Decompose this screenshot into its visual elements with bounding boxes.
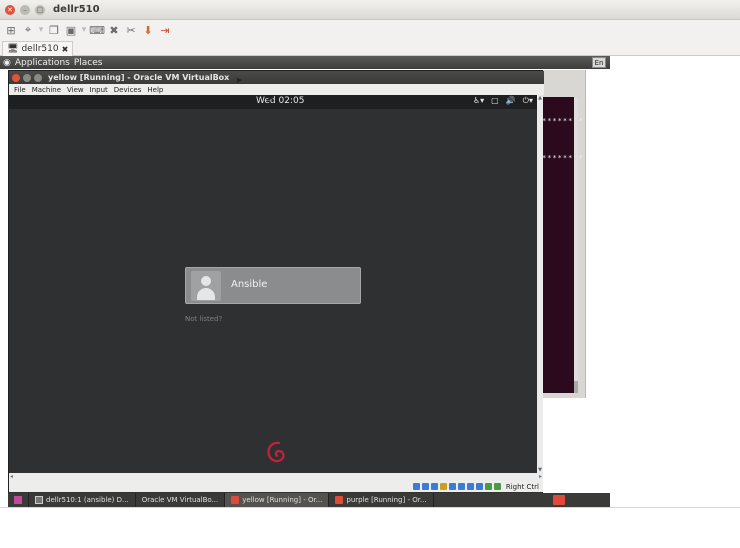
outer-window-title: dellr510 xyxy=(53,4,100,15)
language-indicator[interactable]: En xyxy=(592,57,606,68)
menu-devices[interactable]: Devices xyxy=(114,86,142,94)
usb-icon[interactable] xyxy=(430,483,438,490)
user-name: Ansible xyxy=(231,279,268,290)
scissors-icon[interactable]: ✂ xyxy=(124,23,138,37)
close-window-icon[interactable]: ✕ xyxy=(5,4,15,15)
vbox-horizontal-scrollbar[interactable]: ◂ ▸ xyxy=(9,473,543,481)
viewer-bottom-area xyxy=(0,507,740,548)
taskbar-item-purple[interactable]: purple [Running] - Or... xyxy=(329,493,434,507)
taskbar-item-virtualbox[interactable]: ❖ Oracle VM VirtualBo... xyxy=(16,493,226,516)
background-window[interactable]: ******** ******** xyxy=(536,70,586,398)
gnome-top-panel: ◉ Applications Places En xyxy=(0,56,610,69)
user-avatar-icon xyxy=(191,271,221,301)
debian-swirl-icon xyxy=(267,441,285,463)
outer-title-bar: ✕ – □ dellr510 xyxy=(0,0,740,20)
recording-icon[interactable] xyxy=(475,483,483,490)
taskbar-item-label: purple [Running] - Or... xyxy=(346,496,427,504)
maximize-window-icon[interactable] xyxy=(34,73,42,82)
tab-label: dellr510 xyxy=(21,44,59,54)
menu-input[interactable]: Input xyxy=(90,86,108,94)
mouse-integration-icon[interactable] xyxy=(484,483,492,490)
shared-folder-icon[interactable] xyxy=(439,483,447,490)
taskbar-item-label: yellow [Running] - Or... xyxy=(242,496,323,504)
user-login-entry[interactable]: Ansible xyxy=(185,267,361,304)
mouse-pointer-icon: ➤ xyxy=(266,94,274,104)
storage-icon[interactable] xyxy=(412,483,420,490)
accessibility-icon[interactable]: ♿▾ xyxy=(473,96,484,106)
dropdown-arrow-icon[interactable]: ▾ xyxy=(81,23,87,37)
close-tab-icon[interactable]: ✖ xyxy=(62,45,69,54)
logout-icon[interactable]: ⇥ xyxy=(158,23,172,37)
scroll-right-icon[interactable]: ▸ xyxy=(539,473,542,480)
power-icon[interactable]: ⏻▾ xyxy=(523,96,533,106)
vbox-title-bar: yellow [Running] - Oracle VM VirtualBox xyxy=(9,71,544,84)
menu-file[interactable]: File xyxy=(14,86,26,94)
menu-view[interactable]: View xyxy=(67,86,84,94)
network-icon[interactable] xyxy=(466,483,474,490)
taskbar-item-yellow[interactable]: yellow [Running] - Or... xyxy=(225,493,330,507)
host-key-label: Right Ctrl xyxy=(505,482,539,491)
tab-dellr510[interactable]: 🖥 dellr510 ✖ xyxy=(2,41,74,56)
disconnect-icon[interactable]: ✖ xyxy=(107,23,121,37)
gnome-foot-icon: ◉ xyxy=(3,57,11,68)
fullscreen-icon[interactable]: ⊞ xyxy=(4,23,18,37)
minimize-window-icon[interactable]: – xyxy=(20,4,30,15)
vbox-window-title: yellow [Running] - Oracle VM VirtualBox xyxy=(48,73,230,82)
taskbar-item-terminal[interactable]: dellr510:1 (ansible) D... xyxy=(29,493,136,507)
not-listed-link[interactable]: Not listed? xyxy=(185,315,222,323)
vm-icon xyxy=(335,496,344,504)
copy-icon[interactable]: ❐ xyxy=(47,23,61,37)
remote-taskbar: dellr510:1 (ansible) D... ❖ Oracle VM Vi… xyxy=(8,493,610,516)
tab-bar: 🖥 dellr510 ✖ xyxy=(0,40,740,56)
tray-vm-icon[interactable] xyxy=(553,495,565,505)
vm-icon xyxy=(231,496,240,504)
vbox-status-bar: Right Ctrl xyxy=(9,481,543,492)
menu-icon xyxy=(14,496,22,504)
terminal-icon xyxy=(35,496,43,504)
keyboard-icon[interactable]: ⌨ xyxy=(89,23,105,37)
maximize-window-icon[interactable]: □ xyxy=(35,4,45,15)
transfer-icon[interactable]: ⬇ xyxy=(141,23,155,37)
display-status-icon[interactable] xyxy=(448,483,456,490)
vbox-vertical-scrollbar[interactable]: ▲ ▼ xyxy=(537,95,543,473)
menu-help[interactable]: Help xyxy=(147,86,163,94)
volume-icon: 🔊 xyxy=(505,96,516,105)
send-key-icon[interactable]: ⌖ xyxy=(21,23,35,37)
close-window-icon[interactable] xyxy=(12,73,20,82)
guest-clock[interactable]: Wed 02:05 xyxy=(256,96,304,106)
viewer-toolbar: ⊞ ⌖ ▾ ❐ ▣ ▾ ⌨ ✖ ✂ ⬇ ⇥ xyxy=(0,20,740,40)
guest-screen[interactable]: Wed 02:05 ♿▾ ▢ 🔊 ⏻▾ Ansible Not listed? xyxy=(9,95,537,473)
network-icon[interactable] xyxy=(457,483,465,490)
terminal-scrollbar[interactable] xyxy=(574,97,578,393)
optical-drive-icon[interactable] xyxy=(421,483,429,490)
taskbar-item-label: dellr510:1 (ansible) D... xyxy=(46,496,129,504)
taskbar-item-label: Oracle VM VirtualBo... xyxy=(141,496,219,504)
dropdown-arrow-icon[interactable]: ▾ xyxy=(38,23,44,37)
virtualbox-window: yellow [Running] - Oracle VM VirtualBox … xyxy=(8,70,544,502)
system-menu[interactable]: ♿▾ ▢ 🔊 ⏻▾ xyxy=(473,96,533,106)
applications-menu[interactable]: Applications xyxy=(15,58,70,68)
menu-machine[interactable]: Machine xyxy=(32,86,61,94)
screenshot-icon[interactable]: ▣ xyxy=(64,23,78,37)
taskbar-menu-button[interactable] xyxy=(8,493,29,507)
minimize-window-icon[interactable] xyxy=(23,73,31,82)
scrollbar-thumb[interactable] xyxy=(574,381,578,393)
scroll-left-icon[interactable]: ◂ xyxy=(10,473,13,480)
display-icon: ▢ xyxy=(491,96,499,105)
mouse-pointer-icon: ➤ xyxy=(235,76,243,86)
remote-desktop: ◉ Applications Places En ******** ******… xyxy=(0,56,610,507)
host-key-icon xyxy=(493,483,501,490)
scroll-up-icon[interactable]: ▲ xyxy=(537,95,543,101)
background-terminal: ******** ******** xyxy=(542,97,583,393)
vbox-menu-bar: File Machine View Input Devices Help xyxy=(9,84,544,95)
monitor-icon: 🖥 xyxy=(7,44,19,54)
places-menu[interactable]: Places xyxy=(74,58,103,68)
